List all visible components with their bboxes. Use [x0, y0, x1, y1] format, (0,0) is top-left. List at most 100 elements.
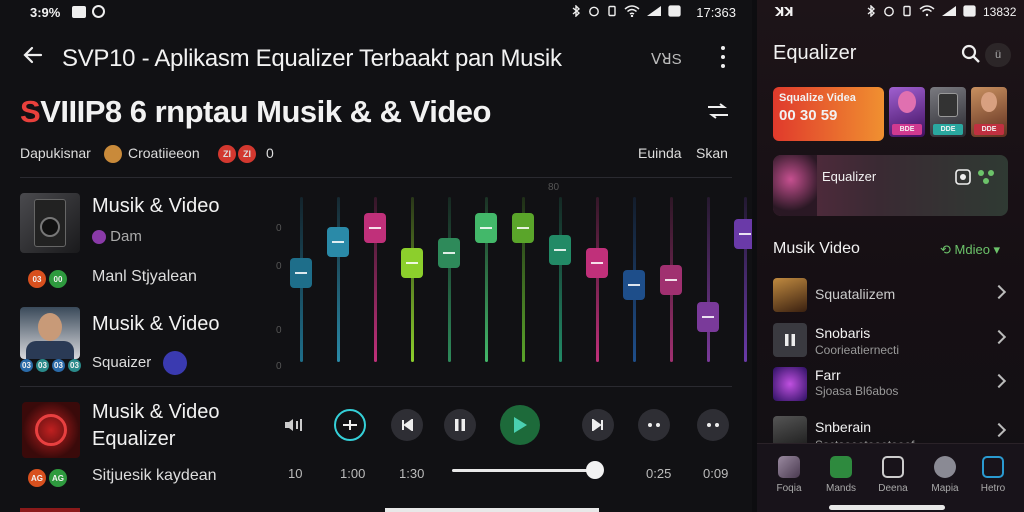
seek-handle[interactable] [585, 461, 604, 479]
eq-band-track[interactable] [411, 197, 414, 362]
badge: 03 [36, 359, 49, 372]
nav-equalizer-icon [830, 456, 852, 478]
rating-badge: ZI [218, 145, 236, 163]
next-button[interactable] [582, 409, 614, 441]
eq-scale-mark: 0 [276, 261, 282, 272]
nav-item[interactable]: Mands [821, 456, 861, 494]
options-button[interactable] [697, 409, 729, 441]
thumbnail-card[interactable]: BDE [889, 87, 925, 137]
sound-badge-icon[interactable] [163, 351, 187, 375]
chevron-right-icon [991, 284, 1007, 300]
list-item-sub: Sjoasa Bl6abos [815, 384, 899, 398]
status-left: ꓘꓘ [775, 5, 794, 19]
list-item-extra[interactable]: Manl Stjyalean [92, 268, 197, 286]
options-dots-icon [707, 423, 719, 427]
bluetooth-icon [867, 5, 876, 17]
back-arrow-icon[interactable] [20, 42, 46, 68]
list-item-title[interactable]: Musik & Video [92, 401, 219, 424]
chevron-right-icon [991, 422, 1007, 438]
eq-band-knob[interactable] [734, 218, 752, 249]
home-indicator[interactable] [829, 505, 945, 510]
vibrate-icon [608, 5, 616, 17]
list-item-title-line2[interactable]: Equalizer [92, 428, 175, 451]
feature-card[interactable]: Equalizer [773, 155, 1008, 216]
eq-band-track[interactable] [707, 197, 710, 362]
nav-label: Hetro [980, 483, 1006, 494]
meta-link-1[interactable]: Euinda [638, 145, 682, 161]
eq-band-knob[interactable] [475, 213, 497, 244]
volume-icon[interactable] [284, 418, 306, 432]
divider [20, 386, 732, 387]
eq-band-knob[interactable] [364, 213, 386, 244]
eq-band-knob[interactable] [290, 257, 312, 288]
badge: AG [28, 469, 46, 487]
profile-button[interactable]: ü [985, 43, 1011, 67]
hero-title-text: VIIIP8 6 rnptau Musik & & Video [40, 94, 491, 129]
eq-band-knob[interactable] [623, 269, 645, 300]
list-item[interactable]: Snobaris Coorieatiernecti [773, 323, 1008, 357]
eq-band-knob[interactable] [549, 234, 571, 265]
nav-label: Foqia [776, 483, 802, 494]
nav-item[interactable]: Foqia [769, 456, 809, 494]
badge: 03 [28, 270, 46, 288]
alarm-icon [884, 6, 894, 17]
pause-icon [785, 334, 795, 346]
promo-banner[interactable]: Squalize Videa 00 30 59 [773, 87, 884, 141]
main-player-screen: 3:9% 17:363 SVP10 - Aplikasm Equalizer T… [0, 0, 752, 512]
status-clock: 13832 [983, 5, 1017, 19]
thumbnail-label: DDE [933, 124, 963, 135]
thumbnail-card[interactable]: DDE [971, 87, 1007, 137]
shuffle-button[interactable] [334, 409, 366, 441]
eq-band-track[interactable] [448, 197, 451, 362]
pause-button[interactable] [444, 409, 476, 441]
nav-item[interactable]: Deena [873, 456, 913, 494]
nav-item[interactable]: Mapia [925, 456, 965, 494]
badge: 03 [20, 359, 33, 372]
list-item[interactable]: Squataliizem [773, 278, 1008, 312]
list-item-title[interactable]: Musik & Video [92, 313, 219, 336]
badge: AG [49, 469, 67, 487]
eq-band-track[interactable] [596, 197, 599, 362]
section-title: Musik Video [773, 240, 860, 257]
section-action[interactable]: ⟲ Mdieo ▾ [940, 242, 1000, 258]
eq-band-knob[interactable] [327, 226, 349, 257]
more-options-icon[interactable] [716, 46, 730, 68]
eq-band-knob[interactable] [660, 264, 682, 295]
seek-bar[interactable] [452, 469, 602, 472]
more-button[interactable] [638, 409, 670, 441]
badge-group: 03 03 03 03 [20, 359, 81, 372]
eq-band-knob[interactable] [401, 248, 423, 279]
nav-label: Mapia [931, 483, 959, 494]
next-item-peek [20, 508, 80, 512]
avatar-thumbnail[interactable] [20, 307, 80, 359]
eq-scale-mark: 0 [276, 361, 282, 372]
list-item-title[interactable]: Musik & Video [92, 195, 219, 218]
meta-link-2[interactable]: Skan [696, 145, 728, 161]
thumbnail-card[interactable]: DDE [930, 87, 966, 137]
eq-band-knob[interactable] [697, 302, 719, 333]
signal-icon [647, 6, 661, 16]
eq-band-knob[interactable] [438, 237, 460, 268]
speaker-thumbnail[interactable] [20, 193, 80, 253]
play-button[interactable] [500, 405, 540, 445]
list-item-subtitle: Dam [92, 228, 142, 245]
thumbnail-label: BDE [892, 124, 922, 135]
eq-band-knob[interactable] [512, 213, 534, 244]
creator-name[interactable]: Croatiieeon [128, 145, 200, 161]
search-icon[interactable] [961, 44, 981, 64]
system-icons [570, 5, 682, 17]
eq-band-knob[interactable] [586, 248, 608, 279]
rating-badges: ZI ZI [218, 145, 256, 163]
category-label[interactable]: Dapukisnar [20, 145, 91, 161]
green-wave-icon[interactable] [977, 169, 995, 185]
nav-item[interactable]: Hetro [973, 456, 1013, 494]
cast-icon[interactable] [955, 169, 971, 185]
album-thumbnail[interactable] [22, 402, 80, 458]
previous-button[interactable] [391, 409, 423, 441]
wifi-icon [919, 5, 935, 17]
eq-band-track[interactable] [559, 197, 562, 362]
list-item[interactable]: Farr Sjoasa Bl6abos [773, 367, 1008, 401]
eq-band-track[interactable] [337, 197, 340, 362]
swap-icon[interactable] [706, 103, 730, 119]
nav-settings-icon [982, 456, 1004, 478]
